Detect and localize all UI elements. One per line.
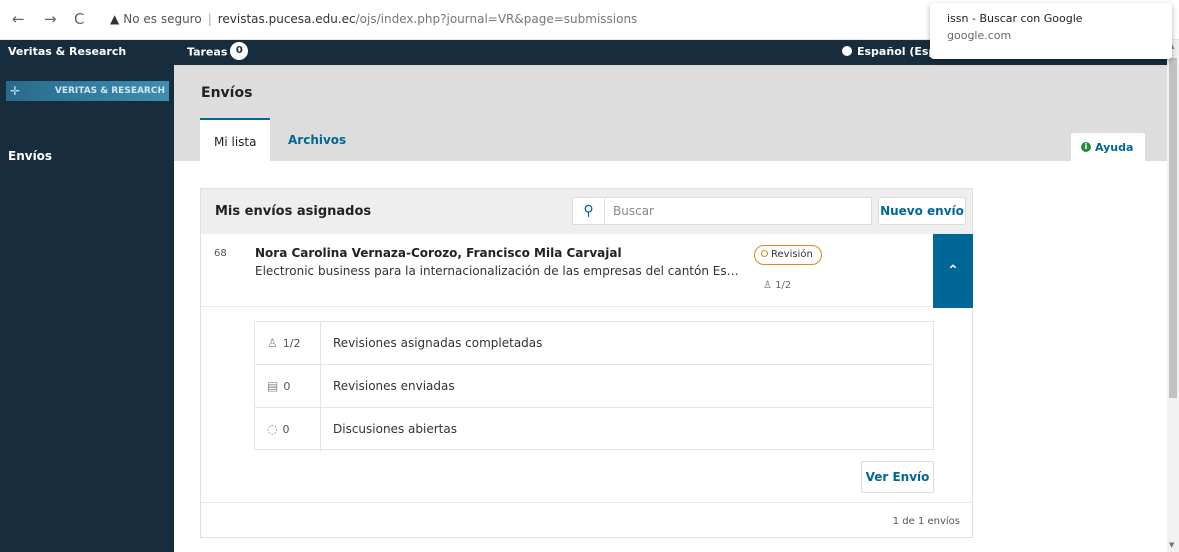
detail-value: 0 (282, 423, 290, 436)
scroll-down-icon[interactable]: ▼ (1169, 541, 1174, 549)
scrollbar-thumb[interactable] (1169, 58, 1177, 398)
tab-mi-lista[interactable]: Mi lista (200, 118, 271, 161)
view-submission-button[interactable]: Ver Envío (861, 461, 934, 493)
detail-row-reviews-sent: ▤ 0 Revisiones enviadas (255, 365, 933, 408)
site-name-link[interactable]: Veritas & Research (8, 45, 126, 58)
detail-label: Revisiones asignadas completadas (333, 336, 543, 350)
page-title: Envíos (201, 85, 253, 101)
journal-logo[interactable]: ✛ VERITAS & RESEARCH (6, 81, 169, 101)
page-header: Envíos Mi lista Archivos i Ayuda (174, 65, 1167, 161)
warning-icon: ▲ (110, 12, 120, 26)
stage-badge: Revisión (754, 245, 822, 265)
security-label: No es seguro (123, 12, 202, 26)
sidebar-item-envios[interactable]: Envíos (8, 149, 52, 163)
user-icon: ♙ (267, 336, 278, 350)
submissions-panel: Mis envíos asignados ⚲ Nuevo envío 68 No… (200, 188, 973, 538)
detail-value-cell: ▤ 0 (255, 365, 321, 408)
sidebar: ✛ VERITAS & RESEARCH Envíos (0, 65, 174, 552)
detail-value-cell: ♙ 1/2 (255, 322, 321, 365)
tasks-label: Tareas (187, 45, 228, 59)
search-suggestion[interactable]: issn - Buscar con Google google.com (930, 3, 1172, 59)
logo-cross-icon: ✛ (10, 84, 21, 98)
address-bar[interactable]: ▲ No es seguro | revistas.pucesa.edu.ec/ojs… (110, 12, 637, 26)
panel-header: Mis envíos asignados ⚲ Nuevo envío (201, 189, 972, 234)
submission-row[interactable]: 68 Nora Carolina Vernaza-Corozo, Francis… (201, 234, 973, 308)
detail-row-discussions: ◌ 0 Discusiones abiertas (255, 408, 933, 451)
forward-button[interactable]: → (44, 10, 57, 28)
panel-footer: 1 de 1 envíos (201, 502, 972, 538)
stage-dot-icon (761, 249, 768, 257)
user-icon: ♙ (763, 280, 772, 291)
chevron-up-icon: ⌃ (947, 263, 959, 279)
back-button[interactable]: ← (12, 10, 25, 28)
suggestion-url: google.com (947, 29, 1012, 42)
review-count-value: 1/2 (775, 280, 792, 291)
panel-title: Mis envíos asignados (215, 204, 372, 219)
detail-value: 0 (283, 380, 291, 393)
tab-archivos[interactable]: Archivos (274, 118, 360, 161)
submission-id: 68 (214, 248, 227, 259)
detail-label: Revisiones enviadas (333, 379, 455, 393)
comment-icon: ◌ (267, 422, 278, 436)
submission-details: ♙ 1/2 Revisiones asignadas completadas ▤ 0… (254, 321, 934, 451)
stage-label: Revisión (771, 249, 813, 260)
new-submission-button[interactable]: Nuevo envío (878, 197, 966, 225)
suggestion-title: issn - Buscar con Google (947, 12, 1083, 25)
submission-authors: Nora Carolina Vernaza-Corozo, Francisco … (255, 246, 622, 260)
logo-text: VERITAS & RESEARCH (54, 86, 165, 96)
detail-value: 1/2 (282, 337, 301, 350)
tasks-link[interactable]: Tareas 0 (187, 42, 249, 60)
page-scrollbar[interactable]: ▲ ▼ (1167, 40, 1179, 552)
file-icon: ▤ (267, 379, 279, 393)
search-box: ⚲ (572, 197, 872, 225)
info-icon: i (1081, 142, 1091, 152)
language-label: Español (Esp (857, 45, 937, 58)
review-count: ♙ 1/2 (763, 280, 791, 291)
globe-icon (842, 46, 852, 56)
search-input[interactable] (613, 202, 853, 220)
tasks-count-badge: 0 (230, 42, 249, 60)
search-icon[interactable]: ⚲ (573, 198, 605, 224)
help-button[interactable]: i Ayuda (1071, 133, 1146, 161)
submission-title: Electronic business para la internaciona… (255, 264, 740, 278)
detail-value-cell: ◌ 0 (255, 408, 321, 451)
submission-count: 1 de 1 envíos (892, 516, 960, 527)
reload-button[interactable]: C (74, 10, 84, 28)
detail-label: Discusiones abiertas (333, 422, 457, 436)
collapse-button[interactable]: ⌃ (933, 234, 973, 308)
detail-row-reviews-completed: ♙ 1/2 Revisiones asignadas completadas (255, 322, 933, 365)
help-label: Ayuda (1095, 141, 1134, 154)
language-menu[interactable]: Español (Esp (842, 45, 936, 58)
url-path: /ojs/index.php?journal=VR&page=submissio… (355, 12, 638, 26)
url-host: revistas.pucesa.edu.ec (217, 12, 356, 26)
